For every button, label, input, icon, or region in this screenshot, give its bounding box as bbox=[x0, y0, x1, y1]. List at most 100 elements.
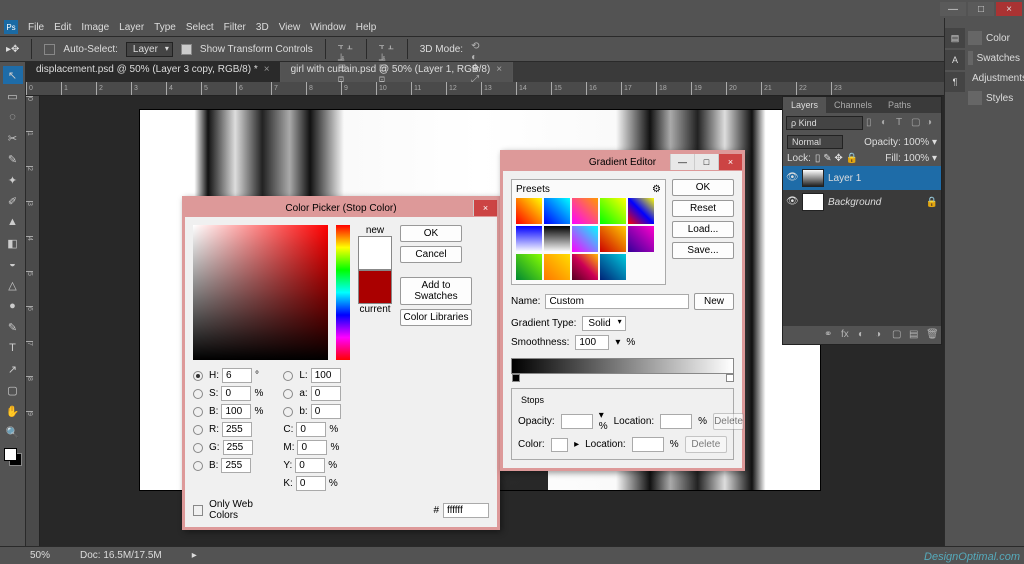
gradient-type-select[interactable]: Solid bbox=[582, 316, 625, 331]
dialog-close[interactable]: × bbox=[473, 200, 497, 216]
save-button[interactable]: Save... bbox=[672, 242, 734, 259]
lab-b-input[interactable] bbox=[311, 404, 341, 419]
align-icons[interactable]: ⫟ ⫠ ⫡ ⊟ ⊡ ⊞ bbox=[338, 41, 354, 57]
l-input[interactable] bbox=[311, 368, 341, 383]
color-field[interactable] bbox=[193, 225, 328, 360]
blur-tool[interactable]: ● bbox=[3, 297, 23, 315]
hue-slider[interactable] bbox=[336, 225, 350, 360]
c-input[interactable] bbox=[296, 422, 326, 437]
b2-input[interactable] bbox=[221, 458, 251, 473]
preset-swatch[interactable] bbox=[628, 226, 654, 252]
trash-icon[interactable]: 🗑 bbox=[926, 329, 938, 341]
eye-icon[interactable]: 👁 bbox=[786, 172, 798, 184]
eye-icon[interactable]: 👁 bbox=[786, 196, 798, 208]
s-radio[interactable] bbox=[193, 389, 203, 399]
blend-mode[interactable]: Normal bbox=[787, 135, 843, 149]
preset-swatch[interactable] bbox=[516, 226, 542, 252]
preset-swatch[interactable] bbox=[572, 226, 598, 252]
hand-tool[interactable]: ✋ bbox=[3, 402, 23, 420]
new-layer-icon[interactable]: ▤ bbox=[909, 329, 921, 341]
history-brush-tool[interactable]: ◧ bbox=[3, 234, 23, 252]
gradient-bar[interactable] bbox=[511, 358, 734, 374]
m-input[interactable] bbox=[297, 440, 327, 455]
shape-tool[interactable]: ▢ bbox=[3, 381, 23, 399]
tab-icon-para[interactable]: ¶ bbox=[945, 72, 965, 92]
dialog-min[interactable]: — bbox=[670, 154, 694, 170]
layers-tab[interactable]: Layers bbox=[783, 97, 826, 113]
window-close[interactable]: × bbox=[996, 2, 1022, 16]
color-swatch[interactable] bbox=[4, 448, 22, 466]
auto-select-dropdown[interactable]: Layer bbox=[126, 42, 173, 57]
load-button[interactable]: Load... bbox=[672, 221, 734, 238]
menu-3d[interactable]: 3D bbox=[256, 22, 269, 33]
layer-row[interactable]: 👁 Background 🔒 bbox=[783, 190, 941, 214]
tab-displacement[interactable]: displacement.psd @ 50% (Layer 3 copy, RG… bbox=[26, 62, 281, 82]
reset-button[interactable]: Reset bbox=[672, 200, 734, 217]
preset-swatch[interactable] bbox=[600, 254, 626, 280]
brush-tool[interactable]: ✐ bbox=[3, 192, 23, 210]
stop-right[interactable] bbox=[726, 374, 734, 382]
stop-color-swatch[interactable] bbox=[551, 438, 568, 452]
b2-radio[interactable] bbox=[193, 461, 203, 471]
add-swatch-button[interactable]: Add to Swatches bbox=[400, 277, 472, 305]
move-tool[interactable]: ↖ bbox=[3, 66, 23, 84]
window-max[interactable]: □ bbox=[968, 2, 994, 16]
panel-adjustments[interactable]: Adjustments bbox=[966, 68, 1022, 88]
pen-tool[interactable]: ✎ bbox=[3, 318, 23, 336]
type-tool[interactable]: T bbox=[3, 339, 23, 357]
k-input[interactable] bbox=[296, 476, 326, 491]
lasso-tool[interactable]: ◌ bbox=[3, 108, 23, 126]
preset-swatch[interactable] bbox=[544, 226, 570, 252]
stamp-tool[interactable]: ▲ bbox=[3, 213, 23, 231]
a-radio[interactable] bbox=[283, 389, 293, 399]
layers-panel[interactable]: Layers Channels Paths ρ Kind ▯◐T▢◑ Norma… bbox=[782, 96, 942, 345]
ok-button[interactable]: OK bbox=[400, 225, 462, 242]
g-input[interactable] bbox=[223, 440, 253, 455]
gradient-tool[interactable]: △ bbox=[3, 276, 23, 294]
eraser-tool[interactable]: ◒ bbox=[3, 255, 23, 273]
panel-color[interactable]: Color bbox=[966, 28, 1022, 48]
gear-icon[interactable]: ⚙ bbox=[652, 184, 661, 195]
panel-styles[interactable]: Styles bbox=[966, 88, 1022, 108]
dialog-max[interactable]: □ bbox=[694, 154, 718, 170]
cancel-button[interactable]: Cancel bbox=[400, 246, 462, 263]
dialog-close[interactable]: × bbox=[718, 154, 742, 170]
tab-icon-char[interactable]: A bbox=[945, 50, 965, 70]
ok-button[interactable]: OK bbox=[672, 179, 734, 196]
adjust-icon[interactable]: ◑ bbox=[875, 329, 887, 341]
crop-tool[interactable]: ✂ bbox=[3, 129, 23, 147]
menu-select[interactable]: Select bbox=[186, 22, 214, 33]
preset-swatch[interactable] bbox=[600, 226, 626, 252]
menu-view[interactable]: View bbox=[279, 22, 301, 33]
preset-swatch[interactable] bbox=[516, 198, 542, 224]
dialog-title[interactable]: Color Picker (Stop Color) × bbox=[185, 199, 497, 217]
menu-window[interactable]: Window bbox=[310, 22, 346, 33]
h-radio[interactable] bbox=[193, 371, 203, 381]
marquee-tool[interactable]: ▭ bbox=[3, 87, 23, 105]
mode-3d-icons[interactable]: ⟲ ◐ ✥ ⤢ ⊙ bbox=[471, 41, 487, 57]
menu-filter[interactable]: Filter bbox=[224, 22, 246, 33]
menu-image[interactable]: Image bbox=[81, 22, 109, 33]
stop-left[interactable] bbox=[512, 374, 520, 382]
gradient-name-input[interactable] bbox=[545, 294, 689, 309]
b-radio[interactable] bbox=[193, 407, 203, 417]
eyedropper-tool[interactable]: ✎ bbox=[3, 150, 23, 168]
a-input[interactable] bbox=[311, 386, 341, 401]
web-colors-check[interactable] bbox=[193, 505, 203, 516]
show-transform-check[interactable] bbox=[181, 44, 192, 55]
menu-type[interactable]: Type bbox=[154, 22, 176, 33]
y-input[interactable] bbox=[295, 458, 325, 473]
path-tool[interactable]: ↗ bbox=[3, 360, 23, 378]
preset-swatch[interactable] bbox=[544, 254, 570, 280]
channels-tab[interactable]: Channels bbox=[826, 97, 880, 113]
lab-b-radio[interactable] bbox=[283, 407, 293, 417]
menu-layer[interactable]: Layer bbox=[119, 22, 144, 33]
layer-filter[interactable]: ρ Kind bbox=[786, 116, 863, 130]
menu-help[interactable]: Help bbox=[356, 22, 377, 33]
new-button[interactable]: New bbox=[694, 293, 734, 310]
tab-icon-history[interactable]: ▤ bbox=[945, 28, 965, 48]
paths-tab[interactable]: Paths bbox=[880, 97, 919, 113]
h-input[interactable] bbox=[222, 368, 252, 383]
color-picker-dialog[interactable]: Color Picker (Stop Color) × new current … bbox=[182, 196, 500, 530]
preset-swatch[interactable] bbox=[600, 198, 626, 224]
